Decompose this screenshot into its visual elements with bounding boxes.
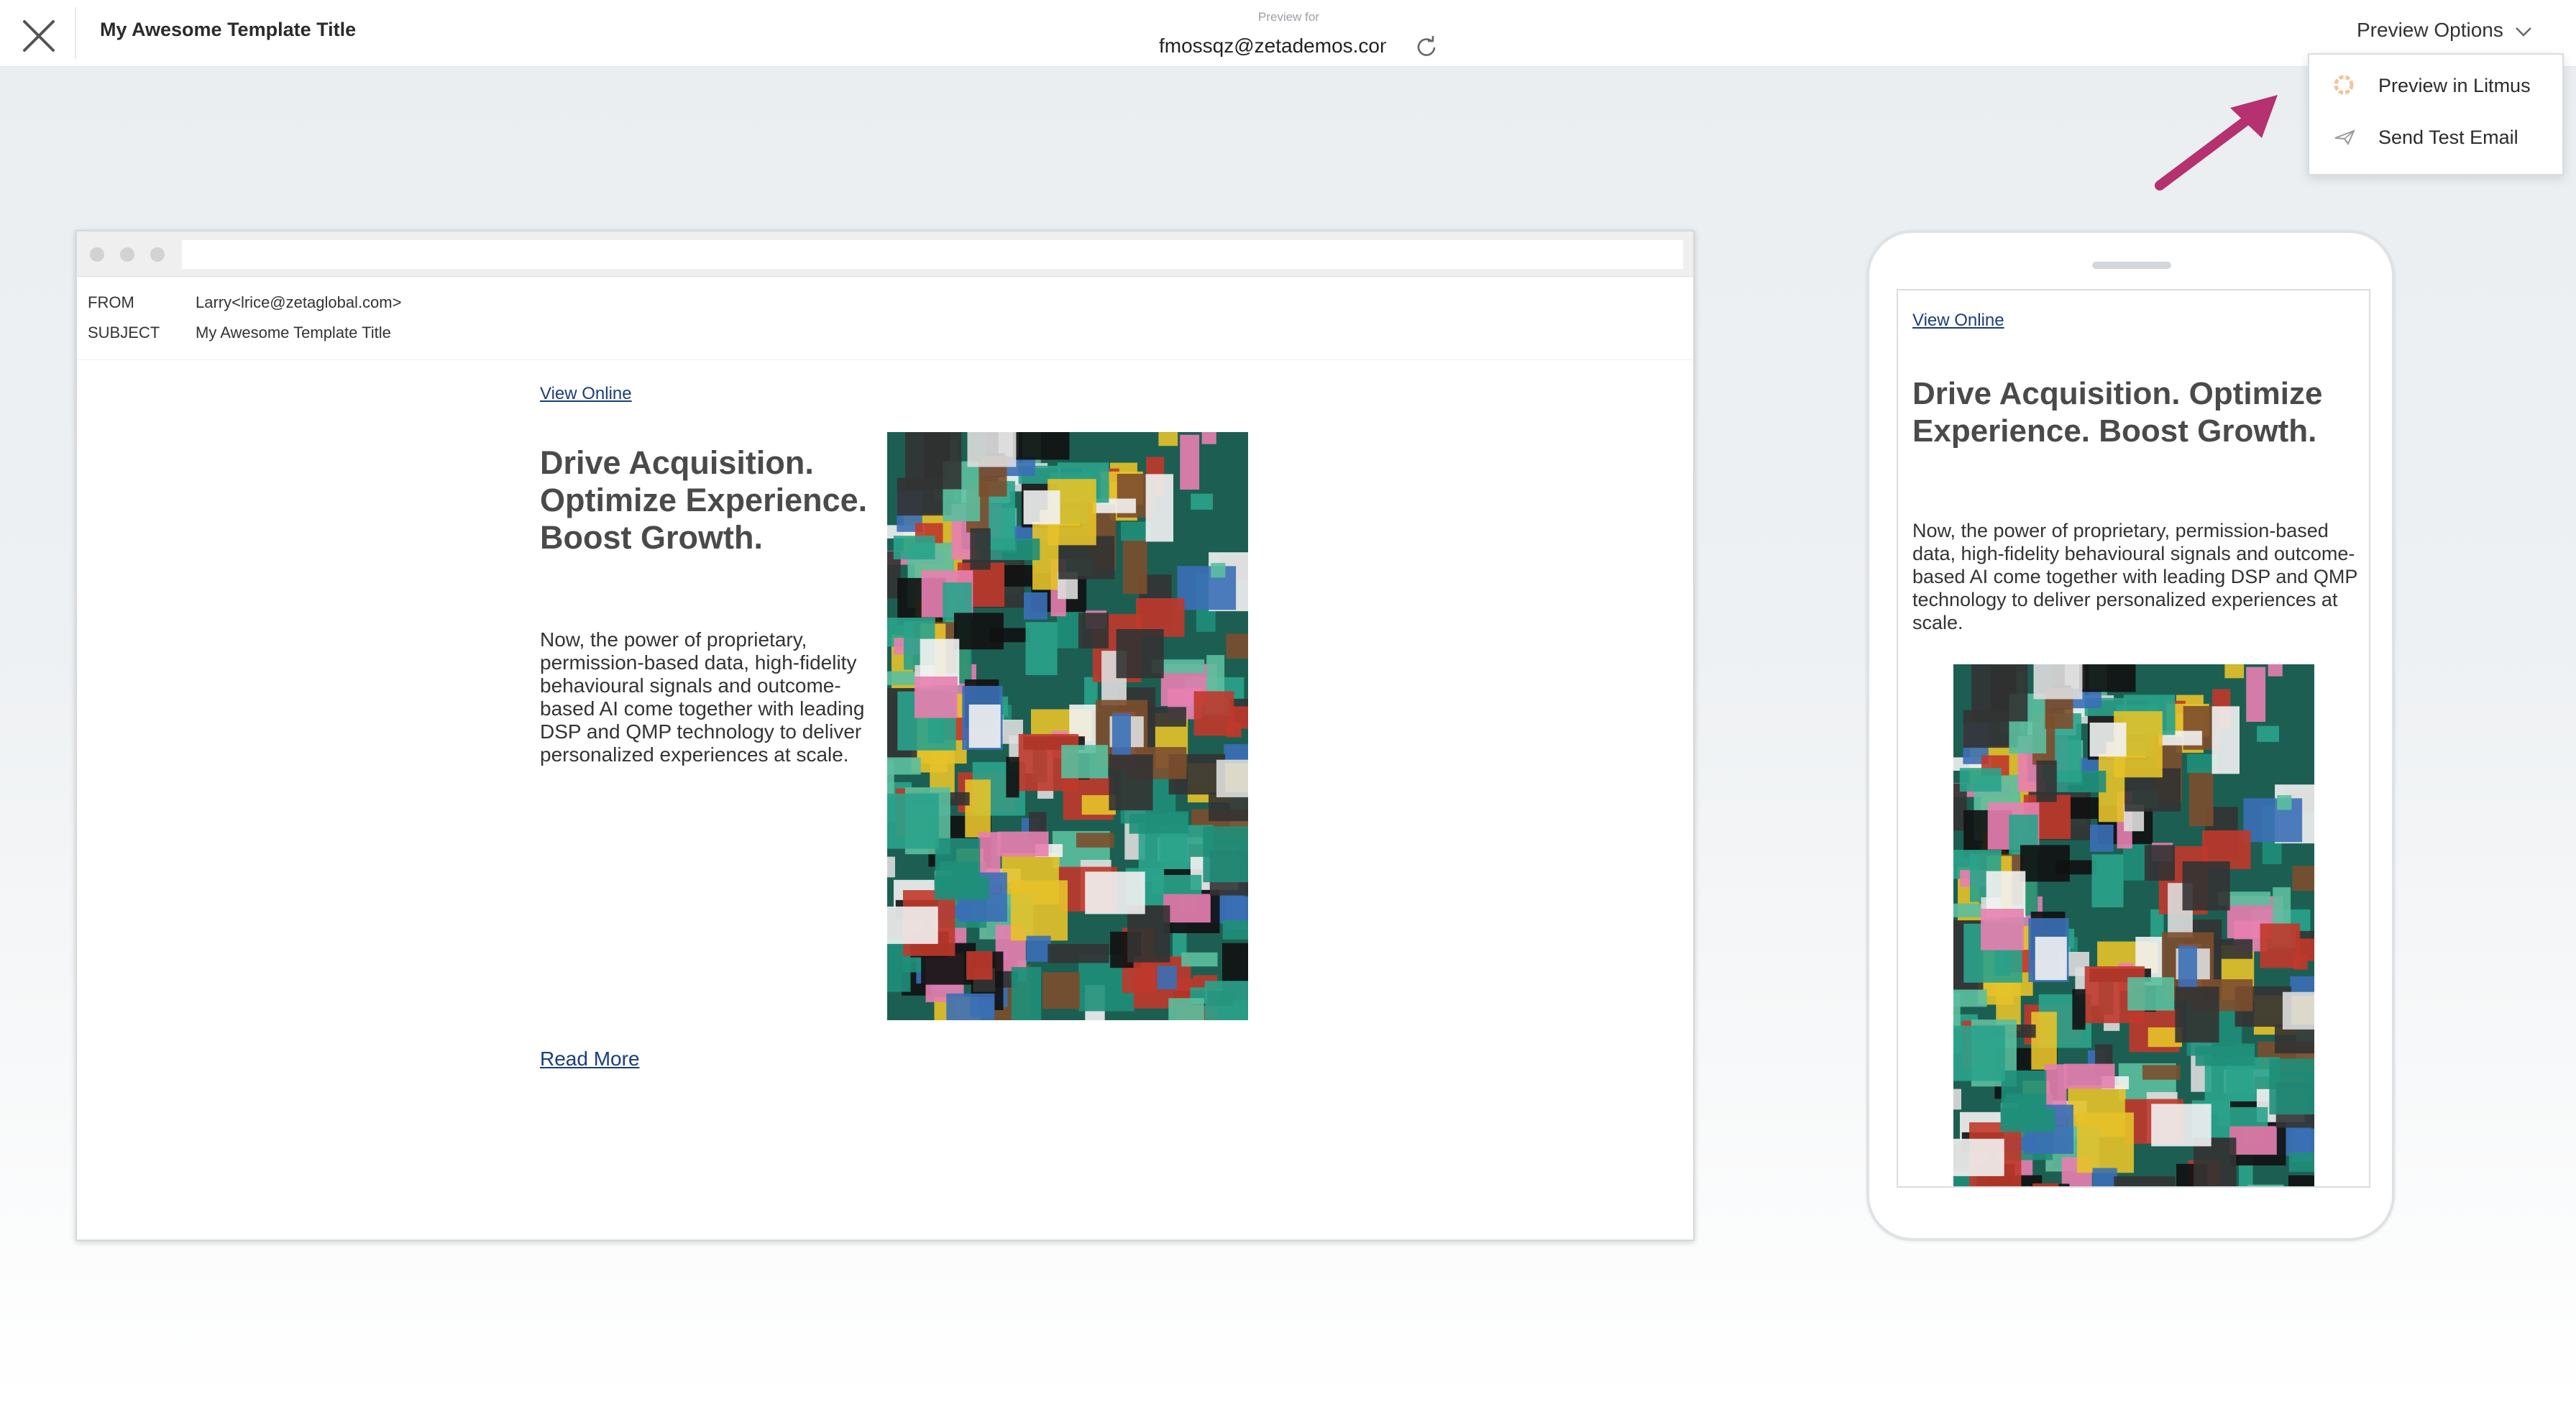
preview-for-label: Preview for xyxy=(1258,10,1320,24)
phone-screen[interactable]: View Online Drive Acquisition. Optimize … xyxy=(1897,289,2370,1188)
preview-options-label: Preview Options xyxy=(2357,19,2503,41)
subject-value: My Awesome Template Title xyxy=(196,324,391,342)
menu-item-preview-in-litmus[interactable]: Preview in Litmus xyxy=(2309,63,2562,106)
preview-options-menu: Preview in Litmus Send Test Email xyxy=(2308,53,2564,175)
menu-item-send-test-email[interactable]: Send Test Email xyxy=(2309,115,2562,158)
menu-item-label: Preview in Litmus xyxy=(2378,75,2531,96)
email-body: Now, the power of proprietary, permissio… xyxy=(540,628,865,766)
view-online-link[interactable]: View Online xyxy=(540,384,632,404)
paper-plane-icon xyxy=(2334,129,2355,146)
window-dot xyxy=(150,247,165,262)
view-online-link[interactable]: View Online xyxy=(1912,311,2004,331)
browser-chrome xyxy=(77,232,1693,277)
sticker-collage-image xyxy=(887,432,1248,1020)
email-headline: Drive Acquisition. Optimize Experience. … xyxy=(1912,376,2323,449)
preview-email-selector[interactable]: fmossqz@zetademos.com xyxy=(1159,35,1386,63)
menu-item-label: Send Test Email xyxy=(2378,127,2518,148)
from-row: FROM Larry<lrice@zetaglobal.com> xyxy=(88,293,401,312)
phone-speaker xyxy=(2092,262,2171,269)
sticker-collage-image xyxy=(1953,664,2314,1186)
address-bar xyxy=(182,240,1683,269)
close-icon[interactable] xyxy=(19,16,59,56)
window-dot xyxy=(120,247,134,262)
header-divider xyxy=(75,7,76,59)
preview-options-button[interactable]: Preview Options xyxy=(2357,19,2532,42)
email-body: Now, the power of proprietary, permissio… xyxy=(1912,520,2357,633)
desktop-preview: FROM Larry<lrice@zetaglobal.com> SUBJECT M… xyxy=(75,230,1695,1241)
email-headline: Drive Acquisition. Optimize Experience. … xyxy=(540,444,868,556)
top-bar: My Awesome Template Title Preview for fm… xyxy=(0,0,2576,66)
meta-divider xyxy=(77,359,1693,360)
template-title: My Awesome Template Title xyxy=(100,19,357,40)
annotation-arrow-icon xyxy=(2155,95,2278,191)
from-label: FROM xyxy=(88,293,134,311)
subject-row: SUBJECT My Awesome Template Title xyxy=(88,324,391,342)
window-dot xyxy=(90,247,104,262)
litmus-icon xyxy=(2334,75,2354,95)
chevron-down-icon xyxy=(2516,27,2531,37)
read-more-link[interactable]: Read More xyxy=(540,1048,640,1071)
mobile-preview: View Online Drive Acquisition. Optimize … xyxy=(1866,230,2395,1241)
subject-label: SUBJECT xyxy=(88,324,160,342)
from-value: Larry<lrice@zetaglobal.com> xyxy=(196,293,402,311)
refresh-icon[interactable] xyxy=(1413,35,1439,60)
